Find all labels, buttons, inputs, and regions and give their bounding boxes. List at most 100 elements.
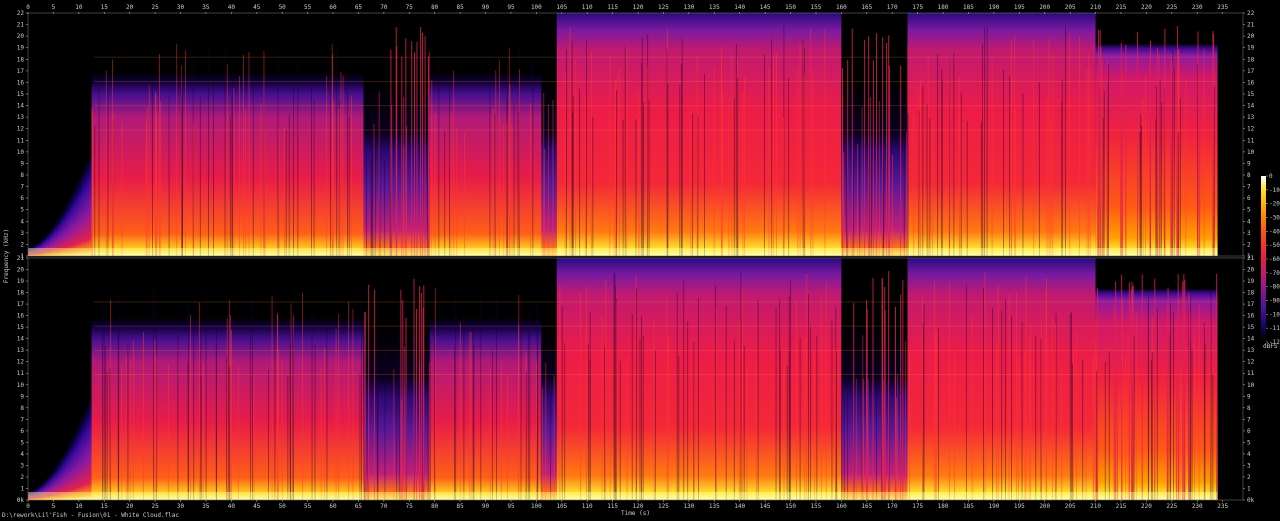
transient-line	[293, 71, 294, 257]
transient-line	[103, 327, 105, 500]
x-tick-label-top: 210	[1090, 4, 1101, 11]
y-tick-label-left: 6	[20, 428, 24, 435]
y-tick-label-left: 18	[17, 56, 25, 63]
transient-line	[473, 345, 475, 500]
transient-line	[1116, 317, 1118, 500]
transient-line	[470, 332, 472, 500]
transient-line	[106, 372, 108, 500]
y-tick-label-left: 12	[17, 126, 25, 133]
transient-line	[118, 320, 120, 500]
y-tick-label-right: 0k	[1247, 497, 1255, 504]
spectrogram-channel-2	[27, 257, 1244, 501]
transient-line	[98, 84, 100, 257]
transient-line	[1001, 310, 1003, 500]
transient-line	[986, 26, 988, 257]
transient-line	[1079, 35, 1080, 256]
x-tick-label-top: 175	[912, 4, 923, 11]
transient-line	[202, 363, 204, 500]
y-tick-label-right: 3	[1247, 230, 1251, 237]
transient-line	[105, 70, 107, 256]
transient-line	[846, 129, 848, 256]
transient-line	[348, 301, 349, 500]
transient-line	[904, 341, 906, 500]
transient-line	[715, 308, 717, 500]
x-tick-label-bottom: 140	[734, 503, 745, 510]
transient-line	[427, 56, 429, 256]
transient-line	[226, 318, 228, 500]
transient-line	[463, 314, 465, 500]
transient-line	[132, 340, 134, 500]
transient-line	[626, 357, 628, 500]
transient-line	[361, 301, 362, 500]
transient-line	[744, 76, 745, 256]
transient-line	[404, 346, 406, 500]
y-tick-label-right: 18	[1247, 56, 1255, 63]
x-tick-label-top: 50	[279, 4, 287, 11]
transient-line	[326, 329, 328, 500]
y-tick-label-right: 4	[1247, 218, 1251, 225]
transient-line	[444, 131, 446, 256]
transient-line	[586, 287, 587, 500]
x-tick-label-bottom: 155	[811, 503, 822, 510]
transient-line	[1065, 25, 1066, 257]
transient-line	[102, 300, 103, 500]
transient-line	[550, 389, 552, 500]
transient-line	[1142, 99, 1144, 256]
harmonic-band	[94, 81, 1218, 82]
transient-line	[842, 68, 844, 256]
transient-line	[1203, 48, 1205, 257]
x-tick-label-top: 35	[202, 4, 210, 11]
y-tick-label-left: 13	[17, 114, 25, 121]
transient-line	[1072, 363, 1073, 500]
transient-line	[438, 54, 440, 257]
transient-line	[530, 102, 531, 256]
transient-line	[847, 360, 849, 500]
x-tick-label-bottom: 115	[607, 503, 618, 510]
x-tick-label-top: 145	[760, 4, 771, 11]
colorbar: 0-10-20-30-40-50-60-70-80-90-100-110-120…	[1261, 173, 1280, 350]
y-axis-title: Frequency (kHz)	[3, 229, 10, 283]
x-tick-label-bottom: 215	[1116, 503, 1127, 510]
transient-line	[288, 115, 290, 256]
transient-line	[104, 346, 106, 500]
transient-line	[553, 375, 555, 500]
transient-line	[313, 99, 315, 257]
x-tick-label-bottom: 130	[683, 503, 694, 510]
transient-line	[1140, 114, 1142, 256]
transient-line	[91, 112, 93, 256]
transient-line	[948, 58, 950, 257]
transient-line	[1100, 46, 1102, 256]
transient-line	[713, 67, 715, 256]
y-tick-label-right: 19	[1247, 278, 1255, 285]
transient-line	[1177, 274, 1179, 500]
transient-line	[728, 105, 730, 256]
transient-line	[1030, 323, 1032, 500]
transient-line	[320, 367, 322, 500]
transient-line	[112, 113, 114, 256]
x-tick-label-bottom: 30	[177, 503, 185, 510]
transient-line	[1050, 119, 1052, 257]
transient-line	[420, 26, 422, 257]
transient-line	[347, 69, 348, 257]
transient-line	[1161, 102, 1162, 256]
transient-line	[735, 43, 737, 256]
transient-line	[903, 101, 905, 256]
transient-line	[338, 108, 340, 256]
transient-line	[129, 358, 131, 500]
colorbar-tick-label: -70	[1269, 270, 1280, 277]
transient-line	[1009, 75, 1011, 256]
transient-line	[229, 115, 231, 256]
transient-line	[547, 104, 549, 257]
transient-line	[152, 82, 153, 256]
transient-line	[159, 101, 161, 256]
x-tick-label-bottom: 235	[1217, 503, 1228, 510]
x-tick-label-bottom: 190	[988, 503, 999, 510]
transient-line	[690, 108, 692, 256]
transient-line	[224, 51, 226, 256]
transient-line	[755, 361, 757, 500]
transient-line	[704, 73, 705, 256]
transient-line	[1008, 293, 1010, 500]
transient-line	[507, 375, 508, 500]
transient-line	[1128, 282, 1130, 500]
transient-line	[896, 397, 897, 500]
